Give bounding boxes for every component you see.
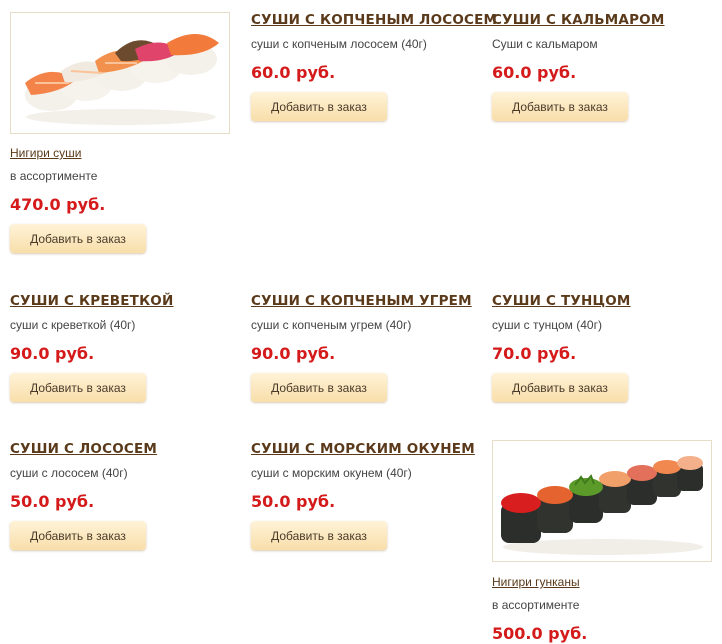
product-title-link[interactable]: СУШИ С КАЛЬМАРОМ xyxy=(492,12,717,28)
product-card-smoked-salmon: СУШИ С КОПЧЕНЫМ ЛОСОСЕМ суши с копченым … xyxy=(251,12,497,121)
nigiri-gunkan-image[interactable] xyxy=(492,440,712,562)
add-to-order-button[interactable]: Добавить в заказ xyxy=(10,373,146,402)
product-price: 470.0 руб. xyxy=(10,195,106,214)
product-title-link[interactable]: Нигири гунканы xyxy=(492,575,717,589)
product-description: в ассортименте xyxy=(10,169,98,183)
add-to-order-button[interactable]: Добавить в заказ xyxy=(10,224,146,253)
product-price: 90.0 руб. xyxy=(251,344,336,363)
product-title-link[interactable]: СУШИ С КОПЧЕНЫМ ЛОСОСЕМ xyxy=(251,12,497,28)
product-description: суши с креветкой (40г) xyxy=(10,318,136,332)
product-card-sea-bass: СУШИ С МОРСКИМ ОКУНЕМ суши с морским оку… xyxy=(251,441,476,550)
add-to-order-button[interactable]: Добавить в заказ xyxy=(251,373,387,402)
product-description: в ассортименте xyxy=(492,598,580,612)
product-description: суши с лососем (40г) xyxy=(10,466,128,480)
product-price: 70.0 руб. xyxy=(492,344,577,363)
product-title-link[interactable]: СУШИ С ТУНЦОМ xyxy=(492,293,717,309)
product-description: суши с тунцом (40г) xyxy=(492,318,602,332)
product-card-nigiri-gunkan: Нигири гунканы в ассортименте 500.0 руб. xyxy=(492,575,717,644)
product-description: суши с морским окунем (40г) xyxy=(251,466,412,480)
product-card-squid: СУШИ С КАЛЬМАРОМ Суши с кальмаром 60.0 р… xyxy=(492,12,717,121)
product-description: Суши с кальмаром xyxy=(492,37,598,51)
product-title-link[interactable]: СУШИ С КРЕВЕТКОЙ xyxy=(10,293,235,309)
product-card-nigiri-sushi: Нигири суши в ассортименте 470.0 руб. До… xyxy=(10,146,235,253)
product-description: суши с копченым угрем (40г) xyxy=(251,318,412,332)
add-to-order-button[interactable]: Добавить в заказ xyxy=(492,373,628,402)
product-card-shrimp: СУШИ С КРЕВЕТКОЙ суши с креветкой (40г) … xyxy=(10,293,235,402)
add-to-order-button[interactable]: Добавить в заказ xyxy=(10,521,146,550)
product-price: 50.0 руб. xyxy=(10,492,95,511)
product-title-link[interactable]: СУШИ С КОПЧЕНЫМ УГРЕМ xyxy=(251,293,476,309)
product-description: суши с копченым лососем (40г) xyxy=(251,37,427,51)
product-title-link[interactable]: СУШИ С МОРСКИМ ОКУНЕМ xyxy=(251,441,476,457)
add-to-order-button[interactable]: Добавить в заказ xyxy=(251,92,387,121)
product-card-smoked-eel: СУШИ С КОПЧЕНЫМ УГРЕМ суши с копченым уг… xyxy=(251,293,476,402)
add-to-order-button[interactable]: Добавить в заказ xyxy=(492,92,628,121)
product-card-salmon: СУШИ С ЛОСОСЕМ суши с лососем (40г) 50.0… xyxy=(10,441,235,550)
product-price: 500.0 руб. xyxy=(492,624,588,643)
product-title-link[interactable]: СУШИ С ЛОСОСЕМ xyxy=(10,441,235,457)
add-to-order-button[interactable]: Добавить в заказ xyxy=(251,521,387,550)
product-card-tuna: СУШИ С ТУНЦОМ суши с тунцом (40г) 70.0 р… xyxy=(492,293,717,402)
product-price: 60.0 руб. xyxy=(492,63,577,82)
product-price: 60.0 руб. xyxy=(251,63,336,82)
product-price: 50.0 руб. xyxy=(251,492,336,511)
product-price: 90.0 руб. xyxy=(10,344,95,363)
product-title-link[interactable]: Нигири суши xyxy=(10,146,235,160)
nigiri-sushi-image[interactable] xyxy=(10,12,230,134)
